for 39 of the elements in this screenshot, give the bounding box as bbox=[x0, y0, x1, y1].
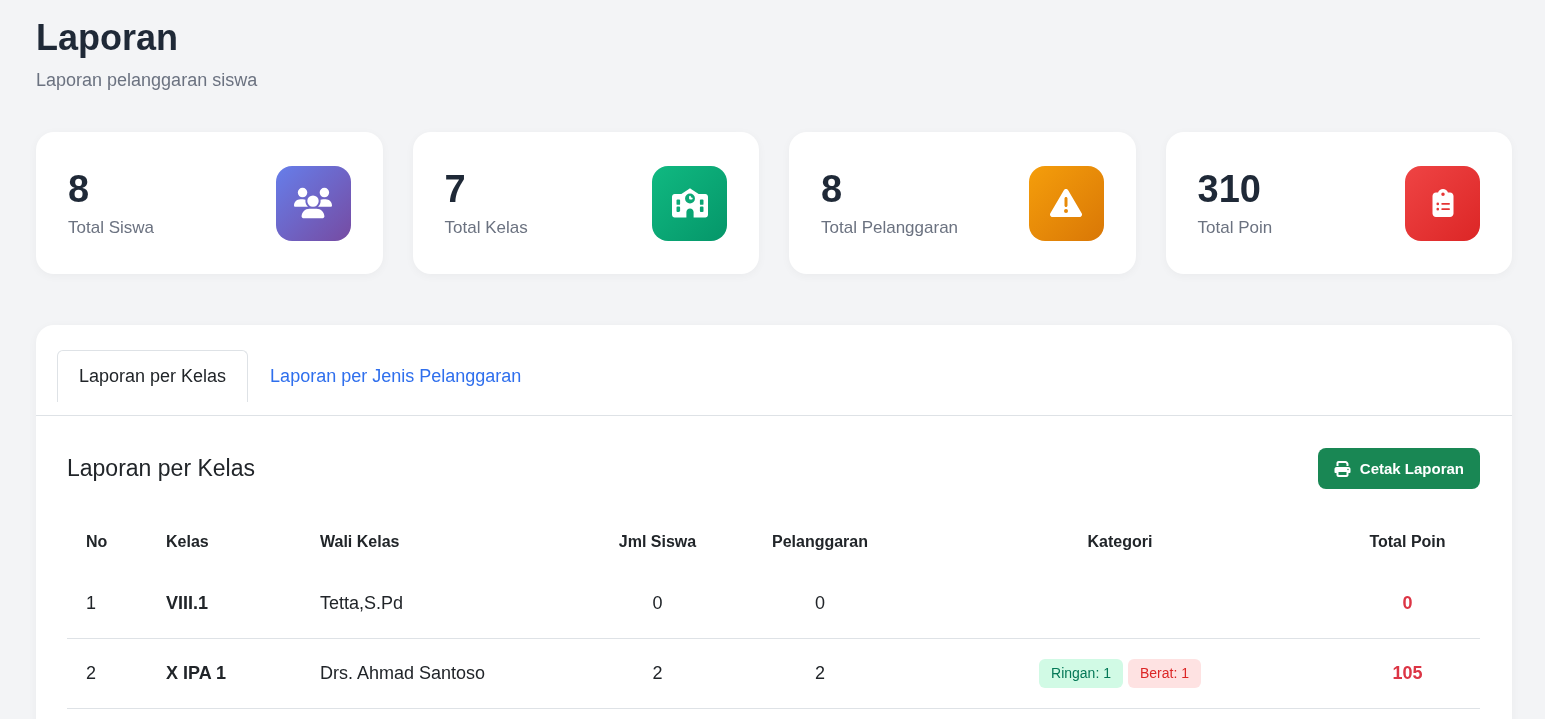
class-cell: X IPA 1 bbox=[147, 638, 301, 709]
column-header: Wali Kelas bbox=[319, 532, 401, 552]
page-subtitle: Laporan pelanggaran siswa bbox=[36, 69, 258, 92]
table-cell: 1 bbox=[67, 569, 147, 639]
page-title: Laporan bbox=[36, 16, 178, 60]
table-cell: Drs. Ahmad Santoso bbox=[301, 638, 580, 709]
stat-value: 8 bbox=[68, 167, 90, 211]
table-cell: 2 bbox=[580, 638, 735, 709]
clipboard-list-icon bbox=[1405, 165, 1480, 241]
tab[interactable]: Laporan per Kelas bbox=[57, 350, 249, 402]
table-cell: 2 bbox=[735, 638, 905, 709]
stat-label: Total Siswa bbox=[68, 217, 154, 239]
print-button[interactable]: Cetak Laporan bbox=[1317, 448, 1480, 489]
category-tag: Berat: 1 bbox=[1127, 659, 1201, 688]
warning-icon bbox=[1028, 165, 1104, 241]
points-cell: 0 bbox=[1335, 569, 1480, 639]
stat-label: Total Pelanggaran bbox=[821, 217, 959, 239]
column-header: Total Poin bbox=[1368, 532, 1447, 552]
table-cell: Tetta,S.Pd bbox=[301, 569, 580, 639]
column-header: Kategori bbox=[1086, 532, 1154, 552]
class-cell: VIII.1 bbox=[147, 569, 301, 639]
column-header: Kelas bbox=[165, 532, 210, 552]
category-tag: Ringan: 1 bbox=[1039, 659, 1123, 688]
school-icon bbox=[652, 165, 727, 241]
column-header: Pelanggaran bbox=[771, 532, 869, 552]
printer-icon bbox=[1333, 460, 1351, 477]
table-cell: 0 bbox=[580, 569, 735, 639]
stat-value: 7 bbox=[444, 167, 466, 211]
table-cell: 2 bbox=[67, 638, 147, 709]
stat-label: Total Poin bbox=[1197, 217, 1273, 239]
stat-value: 8 bbox=[821, 167, 843, 211]
report-title: Laporan per Kelas bbox=[67, 455, 255, 482]
points-cell: 105 bbox=[1335, 638, 1480, 709]
column-header: Jml Siswa bbox=[617, 532, 698, 552]
people-icon bbox=[275, 165, 351, 241]
stat-value: 310 bbox=[1197, 167, 1261, 211]
table-cell: 0 bbox=[735, 569, 905, 639]
stat-label: Total Kelas bbox=[444, 217, 528, 239]
column-header: No bbox=[85, 532, 109, 552]
